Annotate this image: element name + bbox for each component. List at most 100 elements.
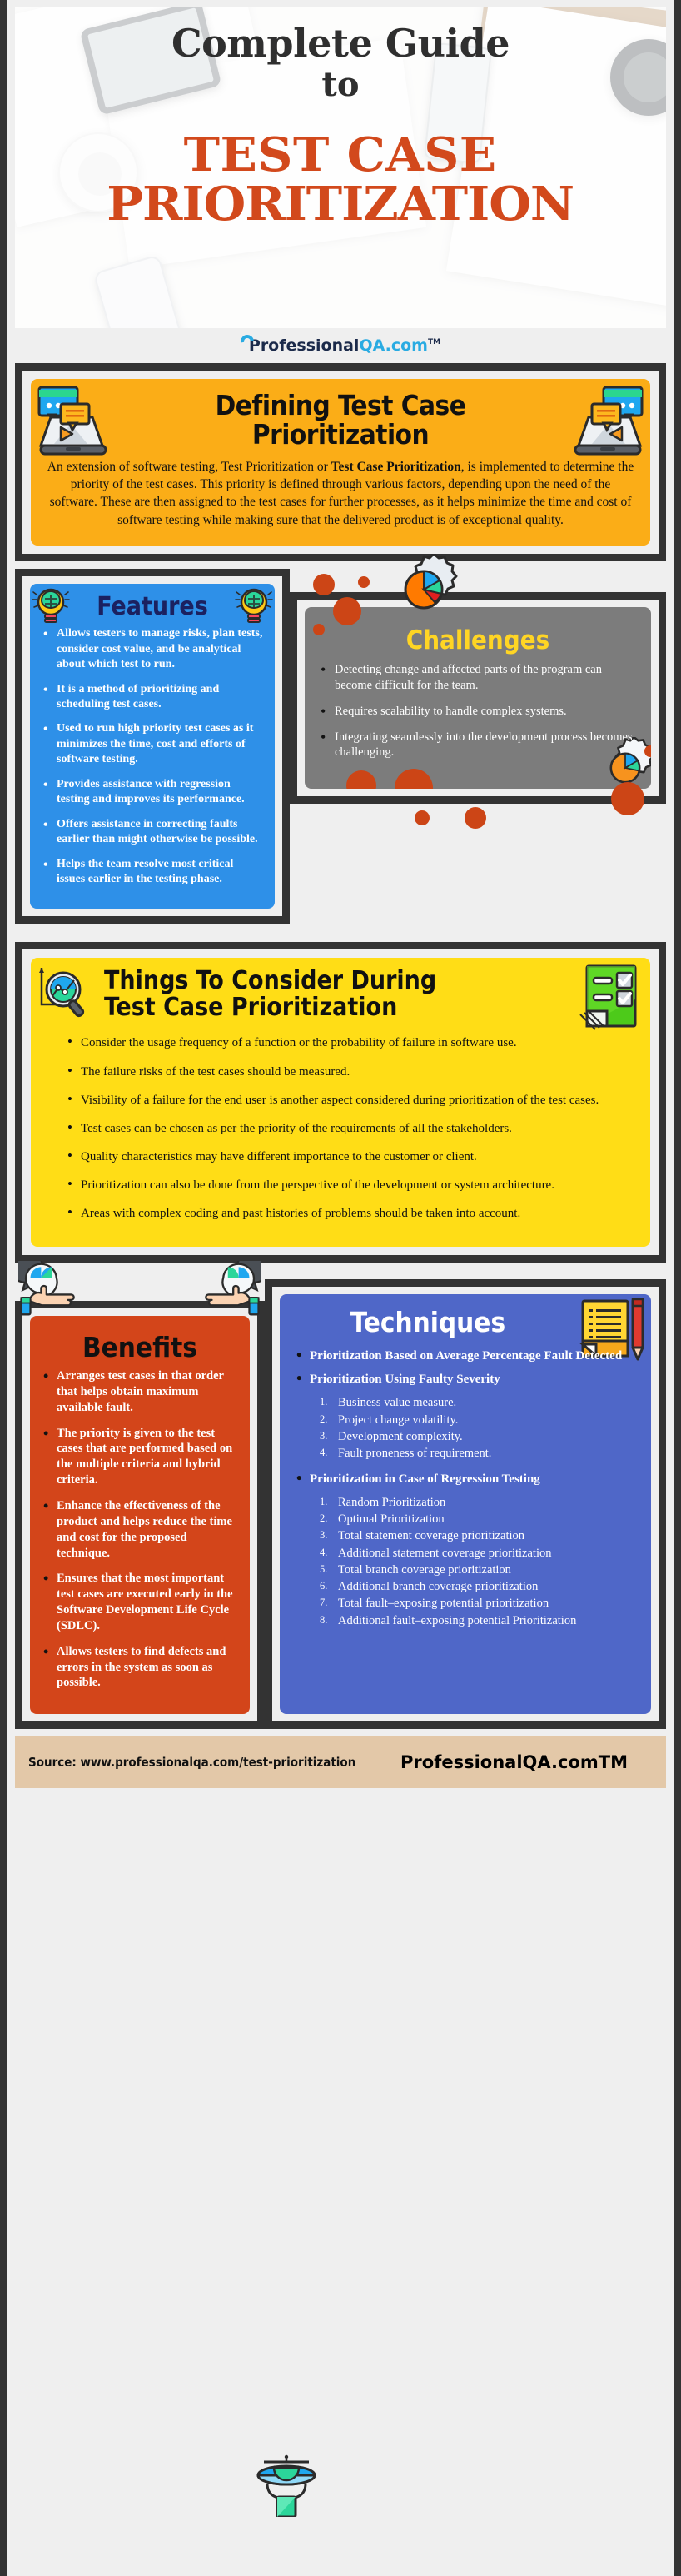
list-item: Provides assistance with regression test… (40, 776, 265, 808)
list-item: Total branch coverage prioritization (320, 1562, 511, 1577)
list-item: Offers assistance in correcting faults e… (40, 816, 265, 848)
techniques-sublist-severity: Business value measure. Project change v… (320, 1395, 639, 1461)
features-section-frame: Features Allows testers to manage risks,… (15, 569, 290, 924)
features-column: Features Allows testers to manage risks,… (15, 569, 290, 924)
defining-body-bold: Test Case Prioritization (331, 459, 461, 474)
list-item: Detecting change and affected parts of t… (316, 660, 639, 694)
professionalqa-logo-footer: Professional QA.com TM (385, 1752, 628, 1772)
list-item: Additional branch coverage prioritizatio… (320, 1580, 539, 1594)
challenges-list: Detecting change and affected parts of t… (316, 660, 639, 761)
list-item: Ensures that the most important test cas… (40, 1569, 240, 1633)
list-item: Enhance the effectiveness of the product… (40, 1497, 240, 1561)
logo-name-blue: QA.com (522, 1752, 599, 1773)
features-list: Allows testers to manage risks, plan tes… (40, 625, 265, 888)
list-item: Prioritization Based on Average Percenta… (291, 1346, 639, 1367)
list-item: Business value measure. (320, 1396, 457, 1410)
list-item: Arranges test cases in that order that h… (40, 1367, 240, 1416)
magnifier-chart-icon (39, 967, 85, 1017)
consider-panel: Things To Consider During Test Case Prio… (31, 957, 650, 1248)
list-item: Optimal Prioritization (320, 1512, 445, 1526)
decor-dot (644, 745, 651, 758)
list-item: Used to run high priority test cases as … (40, 720, 265, 767)
benefits-panel: Benefits Arranges test cases in that ord… (30, 1316, 250, 1715)
list-item: Development complexity. (320, 1430, 463, 1443)
decor-dot (313, 624, 325, 636)
logo-name-dark: Professional (248, 336, 360, 355)
list-item: Additional fault–exposing potential Prio… (320, 1613, 577, 1627)
list-item: Fault proneness of requirement. (320, 1447, 492, 1461)
decor-dot (395, 769, 433, 790)
defining-title-line1: Defining Test Case (215, 389, 466, 421)
features-title: Features (97, 592, 208, 622)
decor-dot (465, 807, 486, 830)
brand-logo-bar: Professional QA.com TM (7, 328, 674, 363)
list-item: Integrating seamlessly into the developm… (316, 728, 639, 761)
lightbulb-brain-icon (235, 588, 273, 624)
list-item: Test cases can be chosen as per the prio… (67, 1119, 619, 1138)
thumbs-up-speech-icon (205, 1261, 261, 1316)
defining-section-frame: Defining Test Case Prioritization An ext… (15, 363, 666, 562)
list-item: Additional statement coverage prioritiza… (320, 1546, 552, 1560)
hero-subtitle-line1: Complete Guide (171, 21, 510, 66)
page-title: TEST CASE PRIORITIZATION (107, 131, 575, 232)
decor-dot (333, 597, 361, 626)
laptop-chat-icon (574, 386, 644, 456)
benefits-title: Benefits (82, 1331, 197, 1364)
decor-dot (313, 574, 335, 596)
features-challenges-row: Features Allows testers to manage risks,… (15, 554, 666, 924)
page-title-line2: PRIORITIZATION (107, 176, 575, 232)
hero-banner: Complete Guide to TEST CASE PRIORITIZATI… (15, 7, 666, 328)
list-item: The priority is given to the test cases … (40, 1424, 240, 1488)
consider-title-line1: Things To Consider During (104, 965, 437, 995)
hero-text-block: Complete Guide to TEST CASE PRIORITIZATI… (15, 7, 666, 328)
list-item: Prioritization in Case of Regression Tes… (291, 1469, 639, 1490)
logo-trademark: TM (598, 1752, 628, 1773)
decor-dot (415, 810, 430, 826)
techniques-list: Prioritization Based on Average Percenta… (291, 1346, 639, 1390)
hero-subtitle-line2: to (321, 65, 360, 104)
decor-dot (611, 782, 644, 816)
list-item: The failure risks of the test cases shou… (67, 1062, 619, 1081)
list-item: Total fault–exposing potential prioritiz… (320, 1597, 549, 1611)
laptop-chat-icon (37, 386, 107, 456)
techniques-section-frame: Techniques Prioritization Based on Avera… (265, 1279, 666, 1730)
list-item: Prioritization Using Faulty Severity (291, 1369, 639, 1390)
defining-body: An extension of software testing, Test P… (46, 458, 635, 530)
lightbulb-brain-icon (32, 588, 70, 624)
benefits-section-frame: Benefits Arranges test cases in that ord… (15, 1301, 265, 1730)
list-item: Prioritization can also be done from the… (67, 1175, 619, 1194)
footer-bar: Source: www.professionalqa.com/test-prio… (15, 1736, 666, 1789)
list-item: Allows testers to manage risks, plan tes… (40, 625, 265, 672)
thumbs-up-speech-icon (18, 1261, 75, 1316)
benefits-column: Benefits Arranges test cases in that ord… (15, 1261, 265, 1730)
logo-arc-icon (385, 1753, 400, 1768)
list-item: Project change volatility. (320, 1413, 459, 1427)
list-item: Consider the usage frequency of a functi… (67, 1033, 619, 1052)
list-item: It is a method of prioritizing and sched… (40, 681, 265, 713)
list-item: Visibility of a failure for the end user… (67, 1090, 619, 1109)
consider-title-line2: Test Case Prioritization (104, 993, 398, 1023)
techniques-list-regression: Prioritization in Case of Regression Tes… (291, 1469, 639, 1490)
list-item: Helps the team resolve most critical iss… (40, 856, 265, 888)
list-item: Random Prioritization (320, 1495, 446, 1509)
defining-title: Defining Test Case Prioritization (46, 391, 635, 450)
checklist-icon (579, 964, 637, 1030)
list-item: Total statement coverage prioritization (320, 1529, 525, 1543)
decor-dot (358, 576, 370, 589)
consider-section-frame: Things To Consider During Test Case Prio… (15, 941, 666, 1263)
list-item: Quality characteristics may have differe… (67, 1147, 619, 1166)
benefits-techniques-row: Benefits Arranges test cases in that ord… (15, 1261, 666, 1730)
features-panel: Features Allows testers to manage risks,… (30, 584, 275, 909)
list-item: Areas with complex coding and past histo… (67, 1203, 619, 1223)
decor-dot (346, 770, 376, 790)
infographic-page: Complete Guide to TEST CASE PRIORITIZATI… (0, 0, 681, 2576)
list-item: Requires scalability to handle complex s… (316, 702, 639, 721)
logo-name-dark: Professional (400, 1752, 523, 1773)
challenges-panel: Challenges Detecting change and affected… (305, 607, 651, 790)
list-item: Allows testers to find defects and error… (40, 1642, 240, 1692)
defining-title-line2: Prioritization (251, 418, 430, 451)
challenges-column: Challenges Detecting change and affected… (290, 554, 666, 830)
techniques-panel: Techniques Prioritization Based on Avera… (280, 1294, 651, 1715)
logo-name-blue: QA.com (359, 336, 428, 355)
gear-pie-chart-icon (404, 554, 458, 610)
